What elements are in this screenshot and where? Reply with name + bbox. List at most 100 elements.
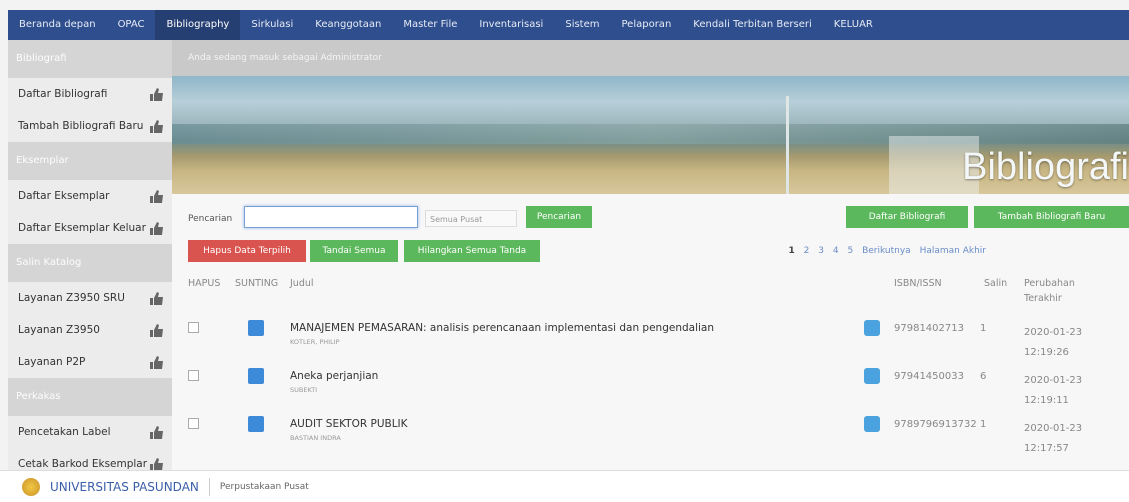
nav-keanggotaan[interactable]: Keanggotaan [304, 10, 392, 40]
thumbs-up-icon [150, 87, 163, 101]
row-updated: 2020-01-23 12:19:11 [1024, 375, 1083, 406]
sidebar-item-label: Daftar Eksemplar Keluar [18, 222, 146, 234]
sidebar-item-label: Layanan Z3950 SRU [18, 292, 125, 304]
table-header: HAPUS SUNTING Judul ISBN/ISSN Salin Peru… [172, 274, 1129, 316]
row-checkbox[interactable] [188, 370, 199, 381]
unmark-all-button[interactable]: Hilangkan Semua Tanda [404, 240, 540, 262]
nav-keluar[interactable]: KELUAR [823, 10, 884, 40]
nav-sistem[interactable]: Sistem [554, 10, 610, 40]
sidebar-section-salin-katalog: Salin Katalog [8, 244, 172, 282]
row-title[interactable]: Aneka perjanjian [290, 370, 378, 382]
thumbs-up-icon [150, 189, 163, 203]
nav-sirkulasi[interactable]: Sirkulasi [240, 10, 304, 40]
page-link-3[interactable]: 3 [818, 246, 824, 256]
library-name: Perpustakaan Pusat [219, 481, 309, 492]
sidebar-item-label: Pencetakan Label [18, 426, 111, 438]
row-author: SUBEKTI [290, 386, 318, 394]
page-link-1[interactable]: 1 [788, 246, 794, 256]
sidebar-item-layanan-p2p[interactable]: Layanan P2P [8, 346, 172, 378]
add-bibliography-button[interactable]: Tambah Bibliografi Baru [974, 206, 1129, 228]
search-input[interactable] [244, 206, 418, 228]
row-copies: 6 [980, 371, 987, 382]
col-title: Judul [290, 278, 314, 289]
sidebar-item-label: Daftar Bibliografi [18, 88, 108, 100]
sidebar-item-label: Tambah Bibliografi Baru [18, 120, 144, 132]
row-checkbox[interactable] [188, 418, 199, 429]
edit-icon[interactable] [248, 320, 264, 336]
university-logo [22, 477, 40, 496]
row-title[interactable]: MANAJEMEN PEMASARAN: analisis perencanaa… [290, 322, 714, 334]
sidebar-item-layanan-z3950[interactable]: Layanan Z3950 [8, 314, 172, 346]
sidebar-item-pencetakan-label[interactable]: Pencetakan Label [8, 416, 172, 448]
nav-beranda-depan[interactable]: Beranda depan [8, 10, 107, 40]
thumbs-up-icon [150, 355, 163, 369]
row-copies: 1 [980, 323, 987, 334]
image-icon[interactable] [864, 320, 880, 336]
table-row: MANAJEMEN PEMASARAN: analisis perencanaa… [172, 316, 1129, 364]
banner-title: Bibliografi [962, 146, 1129, 188]
sidebar-item-label: Layanan P2P [18, 356, 86, 368]
row-author: KOTLER, PHILIP [290, 338, 340, 346]
row-updated: 2020-01-23 12:17:57 [1024, 423, 1083, 454]
row-author: BASTIAN INDRA [290, 434, 341, 442]
mark-all-button[interactable]: Tandai Semua [310, 240, 398, 262]
table-row: AUDIT SEKTOR PUBLIK BASTIAN INDRA 978979… [172, 412, 1129, 460]
search-scope-select[interactable]: Semua Pusat [425, 210, 517, 227]
thumbs-up-icon [150, 323, 163, 337]
sidebar-item-daftar-eksemplar-keluar[interactable]: Daftar Eksemplar Keluar [8, 212, 172, 244]
col-copies: Salin [984, 278, 1008, 289]
pagination: 1 2 3 4 5 Berikutnya Halaman Akhir [785, 246, 989, 256]
footer: UNIVERSITAS PASUNDAN Perpustakaan Pusat [0, 470, 1129, 502]
nav-opac[interactable]: OPAC [107, 10, 156, 40]
row-isbn: 97981402713 [894, 323, 964, 334]
thumbs-up-icon [150, 119, 163, 133]
row-checkbox[interactable] [188, 322, 199, 333]
page-link-2[interactable]: 2 [804, 246, 810, 256]
nav-bibliography[interactable]: Bibliography [155, 10, 241, 40]
nav-inventarisasi[interactable]: Inventarisasi [468, 10, 554, 40]
breadcrumb: Anda sedang masuk sebagai Administrator [172, 40, 1129, 76]
banner-image: Bibliografi [172, 76, 1129, 194]
image-icon[interactable] [864, 416, 880, 432]
row-isbn: 9789796913732 [894, 419, 977, 430]
table-row: Aneka perjanjian SUBEKTI 97941450033 6 2… [172, 364, 1129, 412]
sidebar-section-perkakas: Perkakas [8, 378, 172, 416]
sidebar: Bibliografi Daftar Bibliografi Tambah Bi… [8, 40, 172, 471]
main-content: Anda sedang masuk sebagai Administrator … [172, 40, 1129, 470]
sidebar-item-daftar-eksemplar[interactable]: Daftar Eksemplar [8, 180, 172, 212]
row-title[interactable]: AUDIT SEKTOR PUBLIK [290, 418, 408, 430]
top-navigation: Beranda depan OPAC Bibliography Sirkulas… [8, 10, 1129, 40]
sidebar-section-bibliografi: Bibliografi [8, 40, 172, 78]
nav-kendali-terbitan-berseri[interactable]: Kendali Terbitan Berseri [682, 10, 823, 40]
sidebar-item-daftar-bibliografi[interactable]: Daftar Bibliografi [8, 78, 172, 110]
sidebar-item-tambah-bibliografi[interactable]: Tambah Bibliografi Baru [8, 110, 172, 142]
col-edit: SUNTING [235, 278, 279, 289]
edit-icon[interactable] [248, 368, 264, 384]
image-icon[interactable] [864, 368, 880, 384]
sidebar-item-label: Layanan Z3950 [18, 324, 100, 336]
nav-pelaporan[interactable]: Pelaporan [611, 10, 683, 40]
page-last-link[interactable]: Halaman Akhir [920, 246, 986, 256]
search-button[interactable]: Pencarian [526, 206, 592, 228]
thumbs-up-icon [150, 425, 163, 439]
list-bibliography-button[interactable]: Daftar Bibliografi [846, 206, 968, 228]
sidebar-item-label: Cetak Barkod Eksemplar [18, 458, 148, 470]
search-label: Pencarian [188, 214, 233, 224]
sidebar-item-layanan-z3950-sru[interactable]: Layanan Z3950 SRU [8, 282, 172, 314]
page-next-link[interactable]: Berikutnya [862, 246, 911, 256]
action-row: Hapus Data Terpilih Tandai Semua Hilangk… [172, 240, 1129, 264]
page-link-5[interactable]: 5 [847, 246, 853, 256]
thumbs-up-icon [150, 457, 163, 471]
col-updated: Perubahan Terakhir [1024, 278, 1075, 304]
sidebar-item-label: Daftar Eksemplar [18, 190, 110, 202]
edit-icon[interactable] [248, 416, 264, 432]
page-link-4[interactable]: 4 [833, 246, 839, 256]
col-isbn: ISBN/ISSN [894, 278, 942, 289]
delete-selected-button[interactable]: Hapus Data Terpilih [188, 240, 306, 262]
thumbs-up-icon [150, 221, 163, 235]
sidebar-section-eksemplar: Eksemplar [8, 142, 172, 180]
row-isbn: 97941450033 [894, 371, 964, 382]
nav-master-file[interactable]: Master File [392, 10, 468, 40]
thumbs-up-icon [150, 291, 163, 305]
university-name: UNIVERSITAS PASUNDAN [50, 479, 199, 494]
